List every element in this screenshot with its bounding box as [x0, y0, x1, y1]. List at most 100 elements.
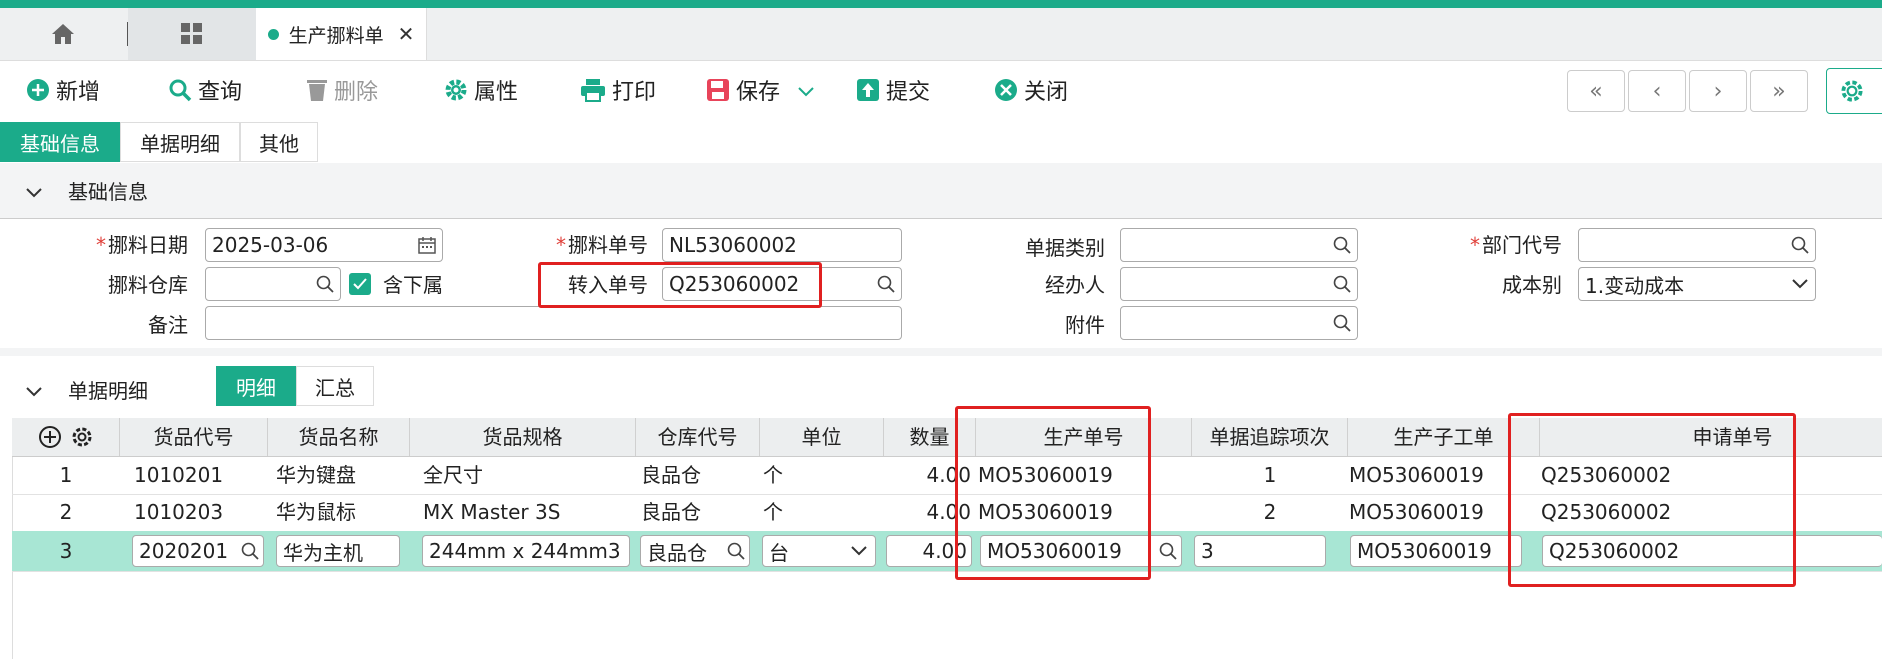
cell-name[interactable]: 华为鼠标	[276, 494, 356, 531]
cell-sub-order-input[interactable]: MO53060019	[1350, 535, 1522, 567]
cell-qty[interactable]: 4.00	[884, 494, 971, 531]
search-icon[interactable]	[1327, 275, 1357, 293]
close-button[interactable]: 关闭	[994, 61, 1068, 119]
save-button[interactable]: 保存	[706, 61, 814, 119]
search-icon[interactable]	[1159, 542, 1177, 560]
header-sub-order[interactable]: 生产子工单	[1348, 418, 1540, 456]
cell-spec-input[interactable]: 244mm x 244mm3	[422, 535, 630, 567]
handler-label: 经办人	[1045, 273, 1105, 297]
header-unit[interactable]: 单位	[760, 418, 884, 456]
header-name[interactable]: 货品名称	[268, 418, 410, 456]
search-icon[interactable]	[1785, 236, 1815, 254]
dept-input[interactable]	[1578, 228, 1816, 262]
header-warehouse[interactable]: 仓库代号	[636, 418, 760, 456]
cell-name[interactable]: 华为键盘	[276, 457, 356, 494]
search-icon[interactable]	[871, 275, 901, 293]
print-button[interactable]: 打印	[580, 61, 656, 119]
cell-name-input[interactable]: 华为主机	[276, 535, 400, 567]
search-icon[interactable]	[241, 542, 259, 560]
search-icon[interactable]	[727, 542, 745, 560]
close-icon[interactable]: ✕	[398, 22, 415, 46]
header-spec[interactable]: 货品规格	[410, 418, 636, 456]
tab-menu[interactable]	[128, 8, 256, 60]
tab-detail[interactable]: 明细	[216, 366, 296, 406]
table-row[interactable]: 2 1010203 华为鼠标 MX Master 3S 良品仓 个 4.00 M…	[12, 494, 1882, 532]
next-record-button[interactable]: ›	[1689, 70, 1747, 112]
delete-button[interactable]: 删除	[306, 61, 378, 119]
cost-select[interactable]: 1.变动成本	[1578, 267, 1816, 301]
cell-request-no-input[interactable]: Q253060002	[1542, 535, 1882, 567]
tab-summary[interactable]: 汇总	[296, 366, 374, 406]
header-code[interactable]: 货品代号	[120, 418, 268, 456]
settings-button[interactable]	[1826, 68, 1882, 114]
cell-spec[interactable]: 全尺寸	[423, 457, 483, 494]
warehouse-input[interactable]	[205, 267, 341, 301]
cell-unit[interactable]: 个	[763, 457, 783, 494]
header-qty[interactable]: 数量	[884, 418, 976, 456]
cell-warehouse[interactable]: 良品仓	[641, 494, 711, 531]
prev-record-button[interactable]: ‹	[1628, 70, 1686, 112]
cost-label: 成本别	[1502, 273, 1562, 297]
transfer-no-input[interactable]: NL53060002	[662, 228, 902, 262]
cell-request-no[interactable]: Q253060002	[1541, 457, 1671, 494]
transfer-in-input[interactable]: Q253060002	[662, 267, 902, 301]
include-sub-checkbox[interactable]	[349, 273, 371, 295]
submit-button[interactable]: 提交	[856, 61, 930, 119]
table-row[interactable]: 1 1010201 华为键盘 全尺寸 良品仓 个 4.00 MO53060019…	[12, 457, 1882, 495]
subtab-other[interactable]: 其他	[240, 122, 318, 162]
top-accent-bar	[0, 0, 1882, 8]
cell-mo[interactable]: MO53060019	[978, 494, 1113, 531]
cell-code[interactable]: 1010201	[134, 457, 223, 494]
cell-unit-select[interactable]: 台	[762, 535, 876, 567]
search-icon[interactable]	[310, 275, 340, 293]
header-trace[interactable]: 单据追踪项次	[1192, 418, 1348, 456]
subtab-detail[interactable]: 单据明细	[120, 122, 240, 162]
header-request-no[interactable]: 申请单号	[1540, 418, 1882, 456]
cell-qty[interactable]: 4.00	[884, 457, 971, 494]
section-basic-header[interactable]: 基础信息	[0, 176, 148, 205]
header-mo[interactable]: 生产单号	[976, 418, 1192, 456]
plus-circle-icon[interactable]	[38, 425, 62, 449]
section-detail-header[interactable]: 单据明细	[0, 375, 148, 404]
chevron-down-icon[interactable]	[798, 78, 814, 103]
attachment-input[interactable]	[1120, 306, 1358, 340]
cell-spec[interactable]: MX Master 3S	[423, 494, 560, 531]
cell-mo-input[interactable]: MO53060019	[980, 535, 1182, 567]
cell-mo[interactable]: MO53060019	[978, 457, 1113, 494]
include-sub-label: 含下属	[383, 273, 443, 297]
cell-trace-input[interactable]: 3	[1194, 535, 1326, 567]
subtab-basic-info[interactable]: 基础信息	[0, 122, 120, 162]
properties-label: 属性	[474, 80, 519, 105]
tab-production-transfer[interactable]: 生产挪料单 ✕	[256, 8, 427, 60]
search-icon[interactable]	[1327, 314, 1357, 332]
cell-trace[interactable]: 2	[1192, 494, 1348, 531]
cell-qty-input[interactable]: 4.00	[886, 535, 972, 567]
search-button[interactable]: 查询	[168, 61, 242, 119]
gear-icon[interactable]	[70, 425, 94, 449]
search-icon[interactable]	[1327, 236, 1357, 254]
calendar-icon[interactable]	[412, 236, 442, 254]
cell-warehouse-input[interactable]: 良品仓	[640, 535, 750, 567]
table-row-selected[interactable]: 3 2020201 华为主机 244mm x 244mm3 良品仓 台 4.00…	[12, 531, 1882, 572]
cell-sub-order[interactable]: MO53060019	[1349, 457, 1484, 494]
last-record-button[interactable]: »	[1750, 70, 1808, 112]
doc-type-input[interactable]	[1120, 228, 1358, 262]
new-button[interactable]: 新增	[26, 61, 100, 119]
cell-sub-order[interactable]: MO53060019	[1349, 494, 1484, 531]
cell-code[interactable]: 1010203	[134, 494, 223, 531]
cell-warehouse[interactable]: 良品仓	[641, 457, 711, 494]
remark-label: 备注	[148, 313, 188, 337]
remark-input[interactable]	[205, 306, 902, 340]
first-record-button[interactable]: «	[1567, 70, 1625, 112]
section-title: 基础信息	[68, 180, 148, 204]
section-title: 单据明细	[68, 379, 148, 403]
close-label: 关闭	[1024, 80, 1069, 105]
tab-home[interactable]	[0, 8, 125, 60]
handler-input[interactable]	[1120, 267, 1358, 301]
cell-code-input[interactable]: 2020201	[132, 535, 264, 567]
cell-trace[interactable]: 1	[1192, 457, 1348, 494]
date-input[interactable]: 2025-03-06	[205, 228, 443, 262]
cell-unit[interactable]: 个	[763, 494, 783, 531]
properties-button[interactable]: 属性	[444, 61, 518, 119]
cell-request-no[interactable]: Q253060002	[1541, 494, 1671, 531]
